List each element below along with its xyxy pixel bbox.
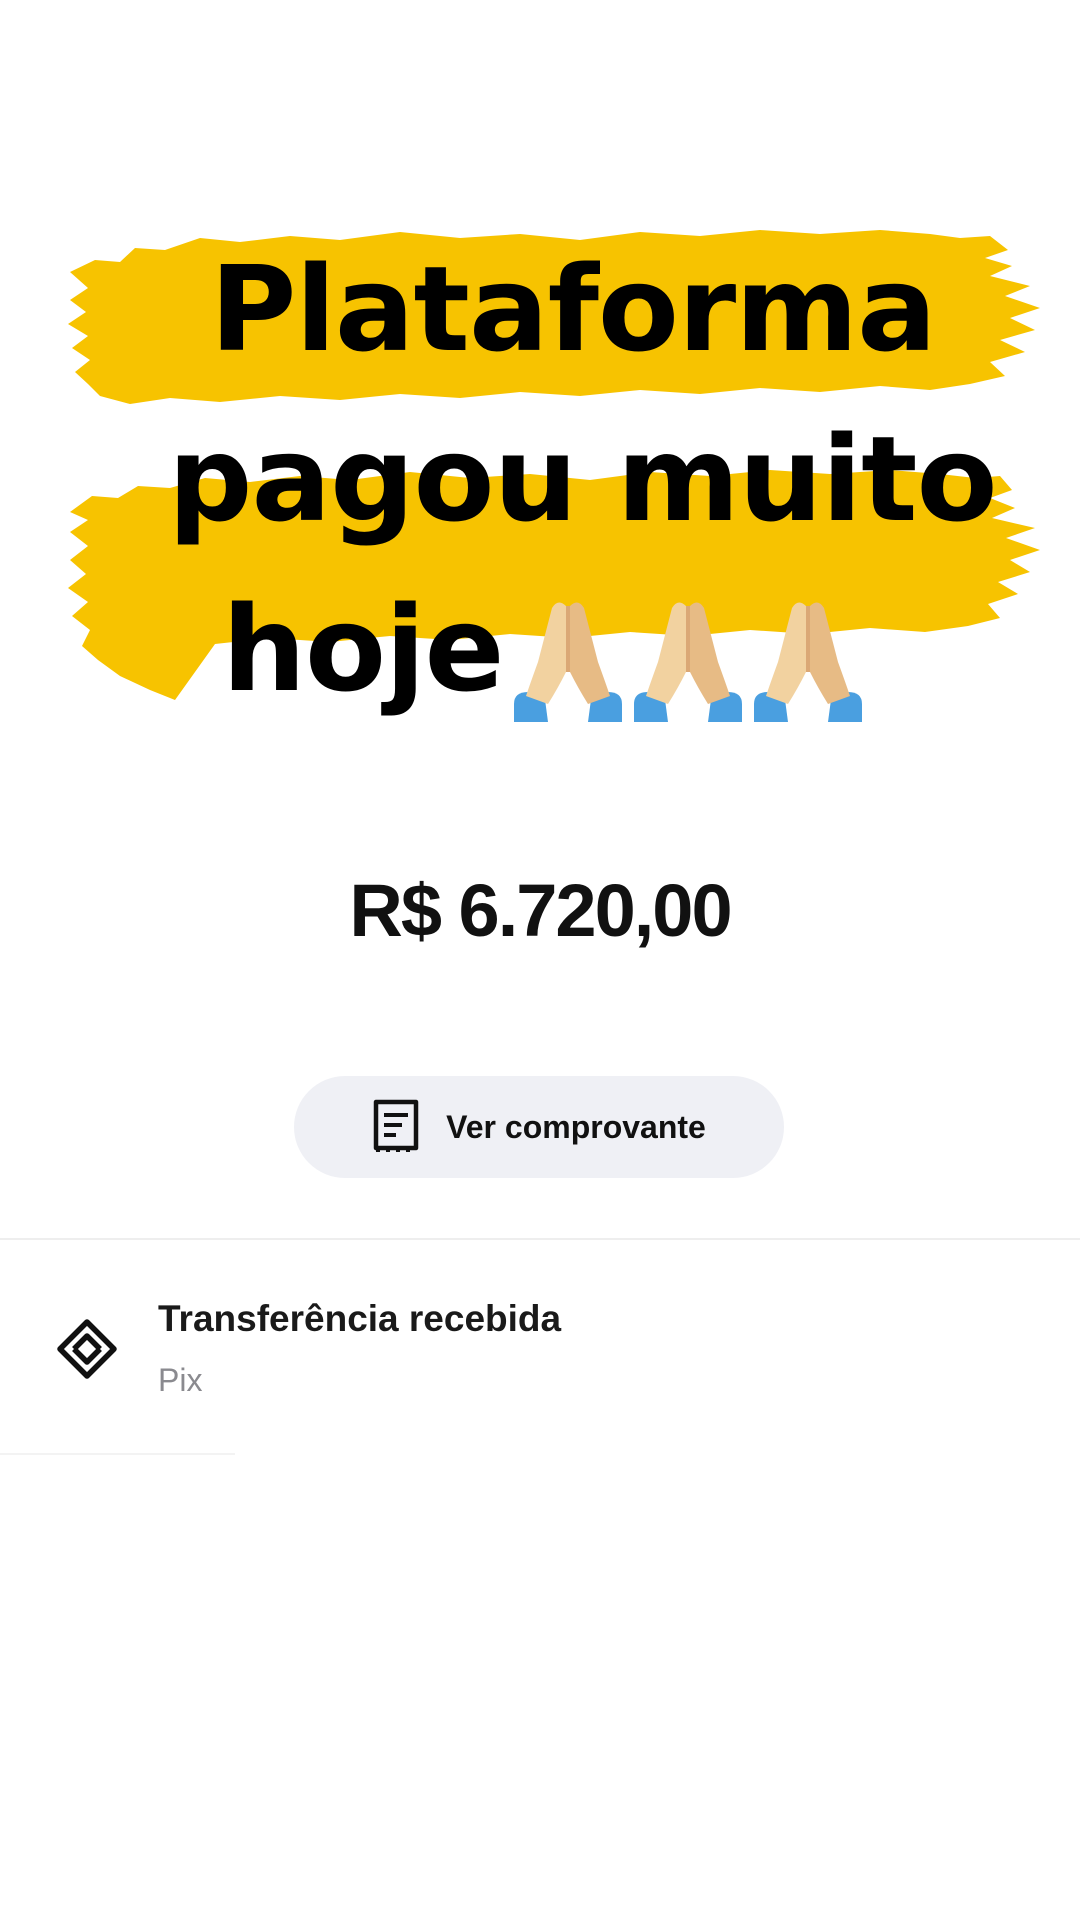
section-divider [0,1238,1080,1240]
screen: Plataforma pagou muito hoje R$ 6.720,00 … [0,0,1080,1920]
receipt-icon [373,1099,419,1152]
transaction-type-row: Transferência recebida Pix [0,1290,1080,1420]
headline-line-1: Plataforma [210,240,937,378]
pix-icon [57,1319,117,1379]
headline-line-3-row: hoje [222,580,868,722]
faint-divider [0,1453,235,1455]
overlay-headline: Plataforma pagou muito hoje [0,0,1080,740]
transaction-title: Transferência recebida [158,1298,562,1339]
folded-hands-icon [753,602,862,722]
headline-line-3: hoje [222,580,505,718]
transaction-amount: R$ 6.720,00 [349,869,732,952]
folded-hands-icon [633,602,742,722]
transaction-subtitle: Pix [158,1362,203,1398]
view-receipt-button[interactable]: Ver comprovante [294,1076,784,1178]
folded-hands-icon [513,602,622,722]
view-receipt-label: Ver comprovante [446,1108,706,1145]
headline-line-2: pagou muito [168,410,998,548]
emoji-row [508,592,868,722]
